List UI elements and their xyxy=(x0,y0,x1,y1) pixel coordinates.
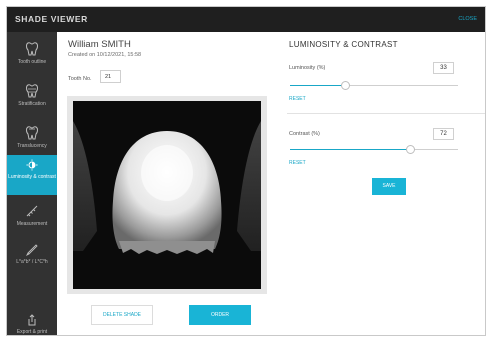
layers-tooth-icon xyxy=(26,84,38,98)
contrast-slider[interactable] xyxy=(290,145,458,154)
tooth-image-graphic xyxy=(73,101,261,289)
close-link[interactable]: CLOSE xyxy=(458,16,477,22)
translucency-tooth-icon xyxy=(26,126,38,140)
sidebar-item-label: Luminosity & contrast xyxy=(8,174,56,180)
sidebar-item-lab-lch[interactable]: L*a*b* / L*C*h xyxy=(7,242,57,276)
slider-thumb[interactable] xyxy=(406,145,416,154)
export-icon xyxy=(28,314,36,326)
luminosity-value-field[interactable]: 33 xyxy=(433,62,454,74)
created-date: Created on 10/12/2021, 15:58 xyxy=(68,52,142,58)
slider-fill xyxy=(290,149,411,151)
top-bar: SHADE VIEWER CLOSE xyxy=(7,7,485,32)
luminosity-reset-link[interactable]: RESET xyxy=(289,96,306,102)
patient-name: William SMITH xyxy=(68,39,131,50)
contrast-value-field[interactable]: 72 xyxy=(433,128,454,140)
adjustment-panel: LUMINOSITY & CONTRAST Luminosity (%) 33 … xyxy=(279,32,485,335)
contrast-reset-link[interactable]: RESET xyxy=(289,160,306,166)
sidebar-item-tooth-outline[interactable]: Tooth outline xyxy=(7,42,57,76)
divider xyxy=(287,113,485,114)
slider-fill xyxy=(290,85,346,87)
tooth-icon xyxy=(26,42,38,56)
sidebar-item-export-print[interactable]: Export & print xyxy=(7,314,57,335)
tooth-number-label: Tooth No. xyxy=(68,76,92,82)
image-frame xyxy=(67,96,267,294)
app-title: SHADE VIEWER xyxy=(15,14,88,24)
save-button[interactable]: SAVE xyxy=(372,178,406,195)
sidebar-item-label: Stratification xyxy=(18,101,46,107)
app-window: SHADE VIEWER CLOSE Tooth outline Stratif… xyxy=(6,6,486,336)
half-sun-icon xyxy=(26,159,38,171)
ruler-icon xyxy=(26,205,38,217)
order-button[interactable]: ORDER xyxy=(189,305,251,325)
panel-title: LUMINOSITY & CONTRAST xyxy=(289,40,398,49)
tooth-xray-image[interactable] xyxy=(73,101,261,289)
sidebar-item-label: Translucency xyxy=(17,143,47,149)
delete-shade-button[interactable]: DELETE SHADE xyxy=(91,305,153,325)
sidebar-item-measurement[interactable]: Measurement xyxy=(7,204,57,238)
sidebar-item-label: Tooth outline xyxy=(17,59,47,65)
tooth-number-field[interactable]: 21 xyxy=(100,70,121,83)
sidebar: Tooth outline Stratification Translucenc… xyxy=(7,32,57,335)
luminosity-label: Luminosity (%) xyxy=(289,65,326,71)
sidebar-item-label: L*a*b* / L*C*h xyxy=(16,259,48,265)
sidebar-item-luminosity-contrast[interactable]: Luminosity & contrast xyxy=(7,155,57,195)
contrast-label: Contrast (%) xyxy=(289,131,320,137)
sidebar-item-stratification[interactable]: Stratification xyxy=(7,84,57,118)
slider-thumb[interactable] xyxy=(340,81,350,90)
pen-icon xyxy=(25,244,38,256)
luminosity-slider[interactable] xyxy=(290,81,458,90)
sidebar-item-label: Export & print xyxy=(16,329,48,335)
shade-panel: William SMITH Created on 10/12/2021, 15:… xyxy=(57,32,279,335)
sidebar-item-label: Measurement xyxy=(16,221,48,227)
